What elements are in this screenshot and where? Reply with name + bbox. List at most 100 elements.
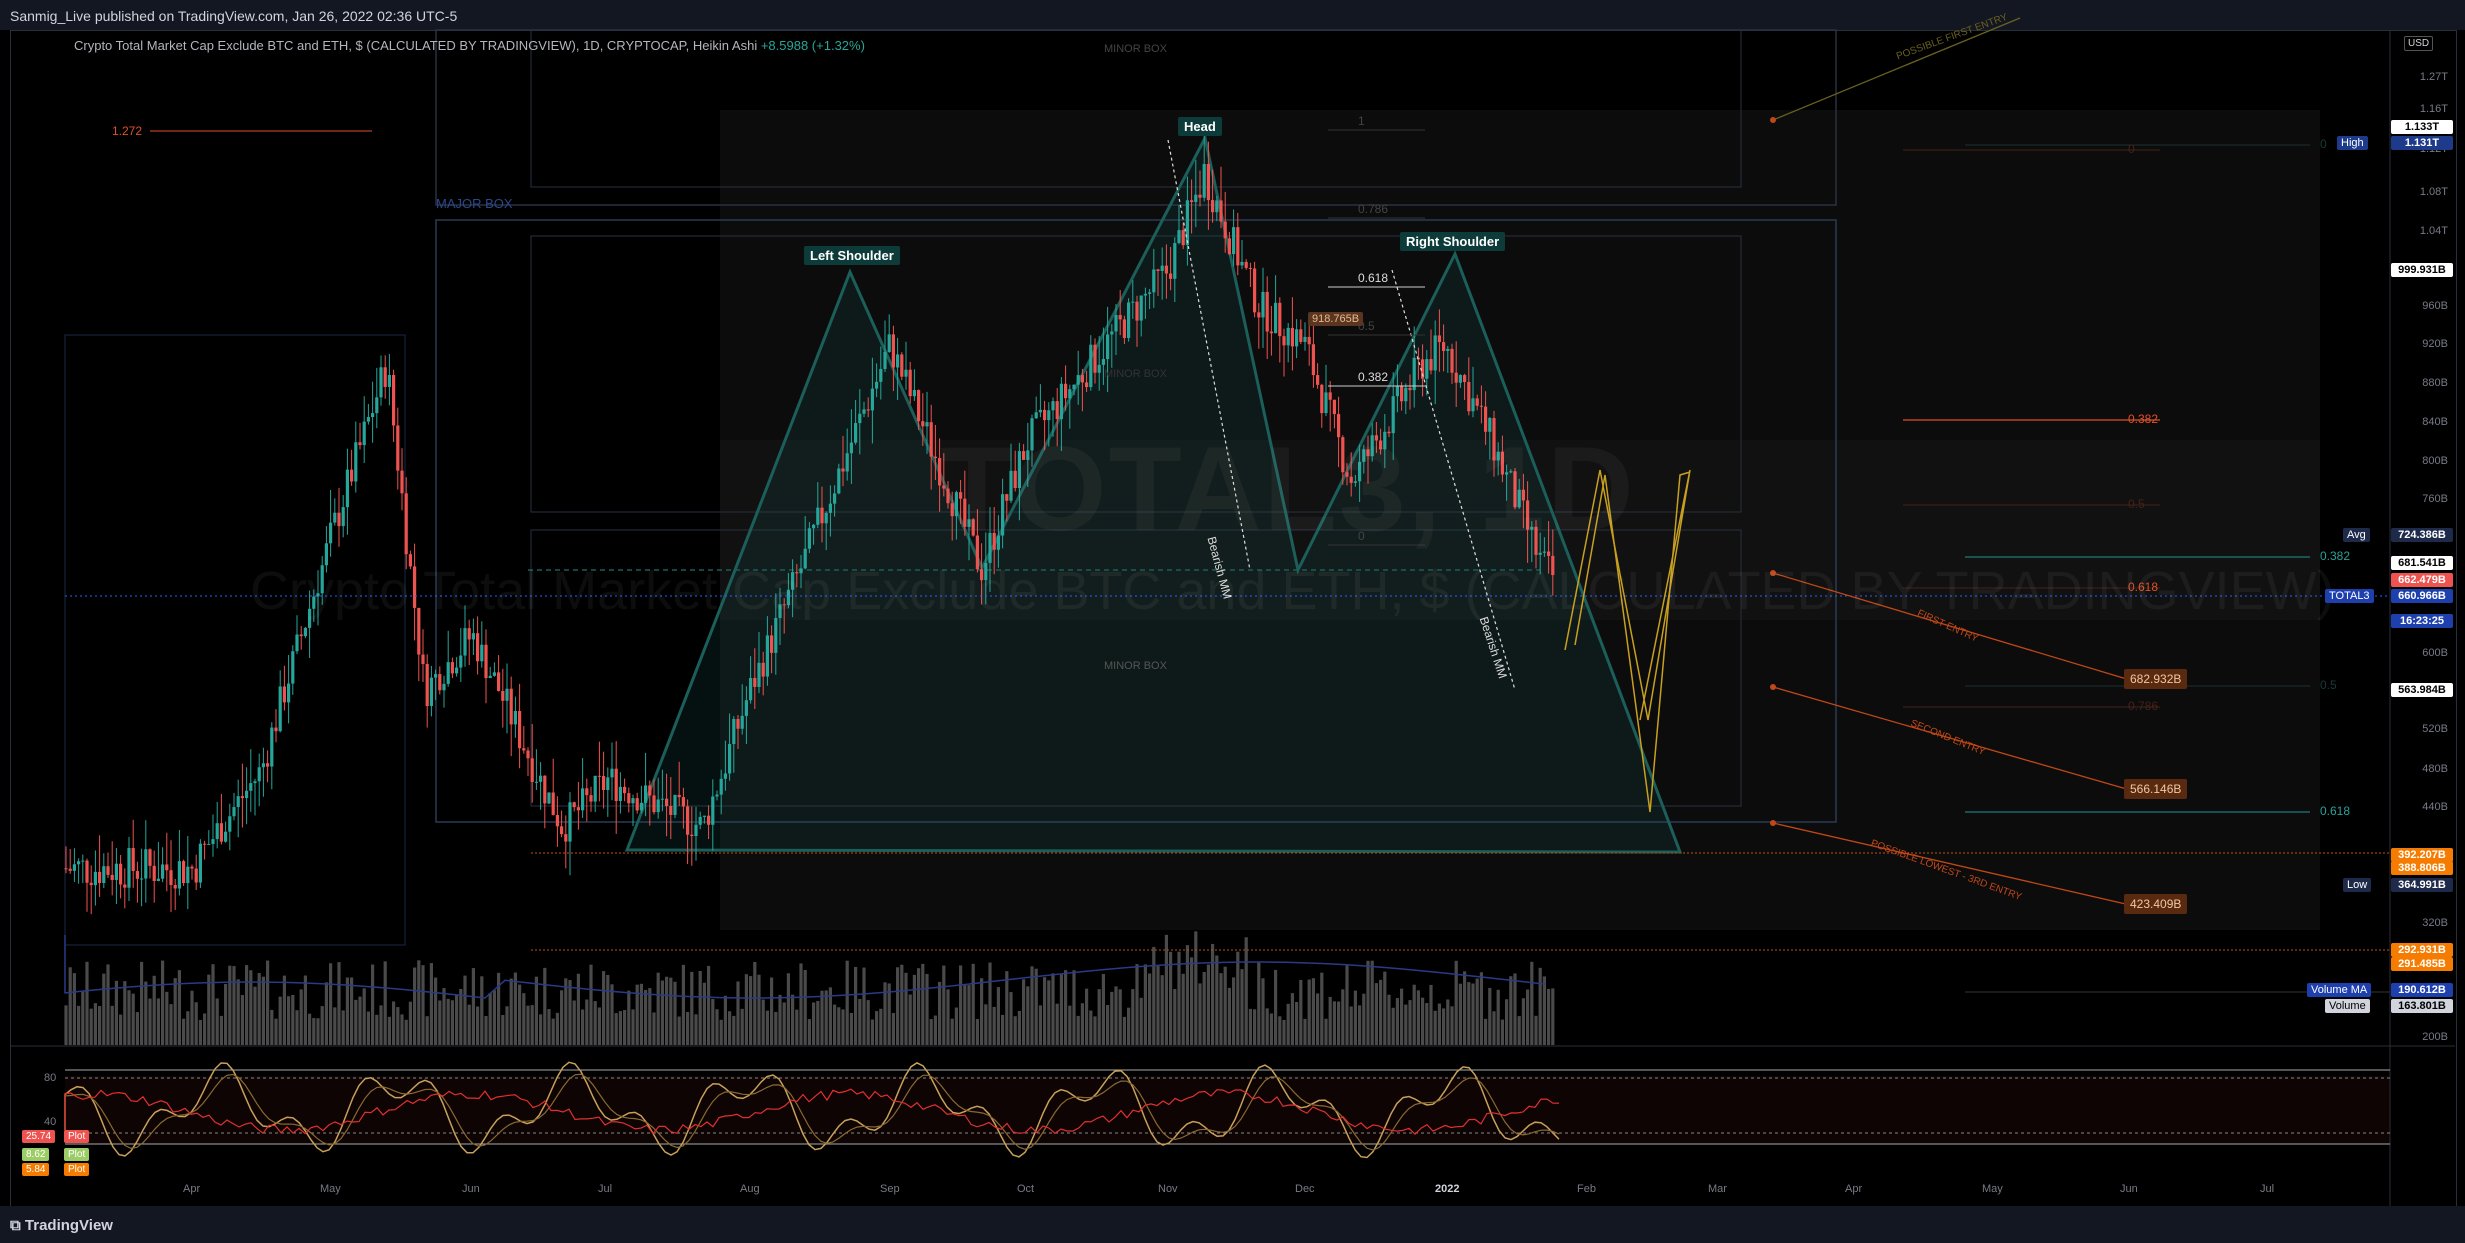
candle-body [1332,399,1336,415]
candle-body [568,802,572,842]
candle-body [182,861,186,884]
volume-bar [606,974,610,1045]
candle-body [1152,269,1156,293]
currency-badge[interactable]: USD [2404,36,2434,51]
candle-body [576,807,580,811]
candle-body [224,831,228,842]
volume-bar [1467,982,1471,1045]
candle-body [270,727,274,767]
candle-body [736,719,740,729]
volume-bar [1026,986,1030,1045]
time-tick-Apr: Apr [183,1183,201,1195]
candle-body [287,683,291,703]
candle-body [1395,386,1399,397]
price-tag-label: TOTAL3 [2325,589,2374,603]
volume-bar [1358,1005,1362,1045]
volume-bar [1421,997,1425,1045]
price-tick-label: 1.08T [2419,186,2448,198]
volume-bar [245,965,249,1045]
volume-bar [169,1004,173,1045]
volume-bar [366,1011,370,1045]
volume-bar [1383,971,1387,1045]
fib-mid-label: 0.382 [1358,370,1389,384]
volume-bar [400,1014,404,1045]
volume-bar [492,990,496,1045]
candle-body [917,390,921,422]
candle-body [1295,329,1299,347]
candle-body [257,767,261,782]
candle-body [1114,315,1118,332]
candle-body [690,834,694,837]
volume-bar [1400,988,1404,1045]
volume-bar [530,1005,534,1045]
volume-bar [534,976,538,1045]
candle-body [383,367,387,387]
volume-bar [1122,1016,1126,1045]
candle-body [362,421,366,446]
volume-bar [656,972,660,1045]
volume-bar [308,1013,312,1045]
volume-bar [282,975,286,1045]
candle-body [652,795,656,813]
time-tick-Nov: Nov [1158,1183,1178,1195]
candle-body [177,861,181,889]
candle-body [841,468,845,472]
volume-bar [488,992,492,1045]
volume-bar [379,1005,383,1045]
candle-body [1160,265,1164,271]
candle-body [1425,359,1429,379]
volume-bar [1206,964,1210,1045]
volume-bar [1106,1005,1110,1045]
volume-bar [1542,976,1546,1045]
volume-bar [648,988,652,1045]
volume-bar [240,995,244,1045]
volume-bar [585,999,589,1045]
volume-bar [383,961,387,1045]
price-tick-label: 520B [2422,723,2448,735]
volume-bar [131,993,135,1045]
candle-body [1135,301,1139,321]
volume-bar [782,1002,786,1045]
volume-bar [1370,960,1374,1045]
volume-bar [560,990,564,1045]
candle-body [753,677,757,687]
candle-body [555,814,559,827]
chart-legend[interactable]: Crypto Total Market Cap Exclude BTC and … [74,38,865,53]
candle-body [698,816,702,825]
volume-bar [186,1011,190,1045]
candle-body [1404,387,1408,402]
price-tick-label: 1.04T [2419,225,2448,237]
price-tick-label: 600B [2422,647,2448,659]
candle-body [513,711,517,725]
volume-bar [816,1000,820,1045]
candle-body [240,796,244,799]
candle-body [119,863,123,885]
major-box-label: MAJOR BOX [436,196,513,211]
volume-bar [1177,951,1181,1045]
volume-bar [442,988,446,1045]
volume-bar [404,1019,408,1045]
candle-body [492,672,496,676]
candle-body [1143,293,1147,296]
volume-bar [215,998,219,1045]
candle-body [723,773,727,779]
volume-bar [1160,975,1164,1045]
candle-body [908,369,912,397]
candle-body [673,794,677,815]
volume-bar [975,1019,979,1045]
candle-body [807,528,811,549]
candle-body [442,683,446,691]
candle-body [1467,382,1471,412]
candle-body [904,369,908,377]
volume-bar [354,999,358,1045]
candle-body [337,512,341,527]
volume-bar [732,1015,736,1045]
volume-bar [1030,966,1034,1045]
candle-body [207,843,211,845]
candle-body [375,397,379,414]
volume-bar [484,1015,488,1045]
volume-bar [64,1005,68,1045]
time-tick-Jul: Jul [598,1183,613,1195]
tradingview-logo[interactable]: ⧉ TradingView [10,1217,113,1234]
candle-body [203,843,207,845]
